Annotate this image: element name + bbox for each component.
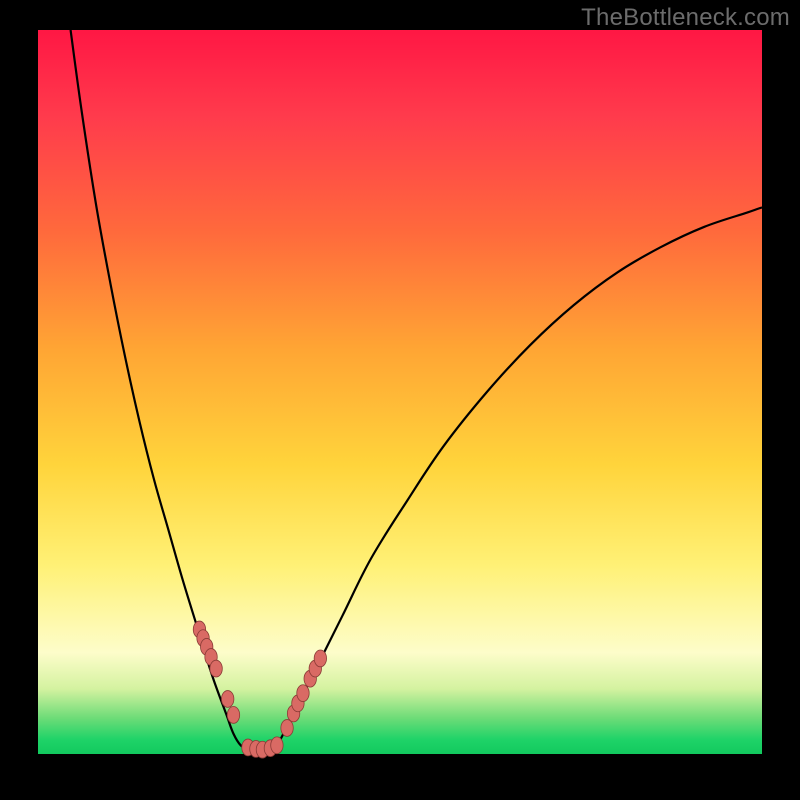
bottleneck-curve <box>71 30 762 750</box>
highlight-dot <box>297 685 309 702</box>
outer-frame: TheBottleneck.com <box>0 0 800 800</box>
highlight-dot <box>281 720 293 737</box>
highlight-dot <box>271 737 283 754</box>
chart-svg <box>38 30 762 754</box>
highlight-dot <box>221 691 233 708</box>
highlight-dot <box>314 650 326 667</box>
marker-group <box>193 621 326 758</box>
bottleneck-curve-path <box>71 30 762 750</box>
plot-area <box>38 30 762 754</box>
highlight-dot <box>227 707 239 724</box>
highlight-dot <box>210 660 222 677</box>
watermark-text: TheBottleneck.com <box>581 4 790 32</box>
